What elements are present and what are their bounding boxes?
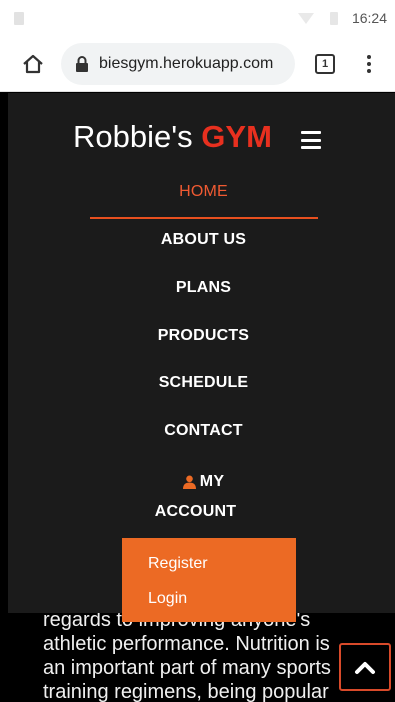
lock-icon xyxy=(76,56,88,72)
account-label-line1: MY xyxy=(199,473,225,490)
body-line: athletic performance. Nutrition is xyxy=(43,633,330,655)
brand-accent: GYM xyxy=(201,119,272,154)
address-bar[interactable]: biesgym.herokuapp.com xyxy=(61,43,295,85)
browser-menu-button[interactable] xyxy=(362,50,376,78)
brand-name: Robbie's xyxy=(73,119,202,154)
nav-my-account[interactable]: MY xyxy=(8,473,395,491)
nav-products[interactable]: PRODUCTS xyxy=(8,327,395,345)
status-time: 16:24 xyxy=(351,10,387,26)
home-button[interactable] xyxy=(18,50,48,78)
account-label-line2[interactable]: ACCOUNT xyxy=(0,503,391,521)
brand-logo[interactable]: Robbie's GYM xyxy=(73,119,272,155)
dot-icon xyxy=(367,55,371,59)
status-bar: 16:24 xyxy=(0,0,395,36)
nav-home[interactable]: HOME xyxy=(8,183,395,201)
nav-schedule[interactable]: SCHEDULE xyxy=(8,374,395,392)
active-underline xyxy=(90,217,318,219)
back-to-top-button[interactable] xyxy=(339,643,391,691)
user-icon xyxy=(182,475,196,489)
dot-icon xyxy=(367,69,371,73)
body-line: an important part of many sports xyxy=(43,657,331,679)
nav-about-us[interactable]: ABOUT US xyxy=(8,231,395,249)
home-icon xyxy=(23,54,43,74)
dot-icon xyxy=(367,62,371,66)
body-line: training regimens, being popular xyxy=(43,681,329,702)
login-link[interactable]: Login xyxy=(148,590,187,608)
wifi-icon xyxy=(298,13,314,24)
url-text[interactable]: biesgym.herokuapp.com xyxy=(99,55,289,73)
hamburger-menu-icon[interactable] xyxy=(301,131,321,149)
tab-switcher-button[interactable]: 1 xyxy=(315,54,335,74)
page-body-text: regards to improving anyone's athletic p… xyxy=(43,608,383,702)
nav-plans[interactable]: PLANS xyxy=(8,279,395,297)
battery-icon xyxy=(330,12,338,25)
site-navigation: Robbie's GYM HOME ABOUT US PLANS PRODUCT… xyxy=(8,93,395,613)
register-link[interactable]: Register xyxy=(148,555,208,573)
browser-toolbar: biesgym.herokuapp.com 1 xyxy=(0,36,395,92)
chevron-up-icon xyxy=(355,662,375,674)
notification-icon xyxy=(14,12,24,25)
nav-contact[interactable]: CONTACT xyxy=(8,422,395,440)
account-dropdown: Register Login xyxy=(122,538,296,622)
